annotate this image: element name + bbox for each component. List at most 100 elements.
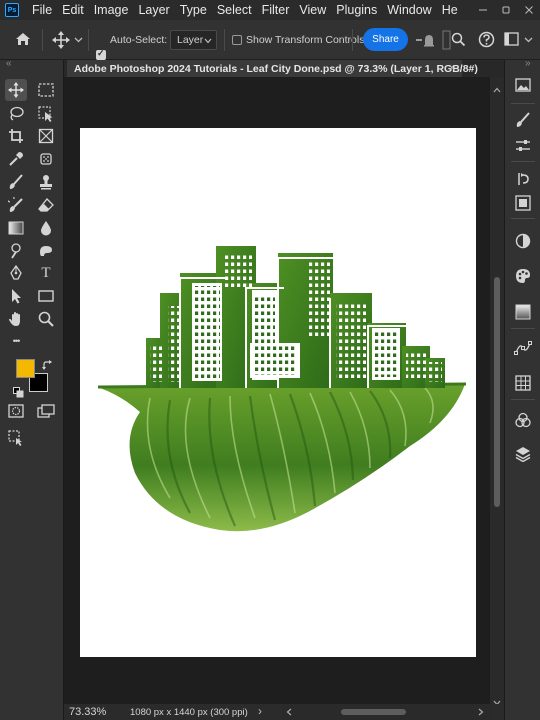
- foreground-color-swatch[interactable]: [16, 359, 35, 378]
- document-tab[interactable]: Adobe Photoshop 2024 Tutorials - Leaf Ci…: [67, 60, 478, 77]
- hand-tool-icon[interactable]: [5, 308, 27, 330]
- expand-panels-icon[interactable]: »: [525, 58, 531, 69]
- gradient-tool-icon[interactable]: [5, 217, 27, 239]
- share-button[interactable]: Share: [363, 28, 408, 51]
- menu-bar: Ps File Edit Image Layer Type Select Fil…: [0, 0, 540, 20]
- marquee-tool-icon[interactable]: [35, 79, 57, 101]
- lasso-tool-icon[interactable]: [5, 103, 27, 125]
- status-info-menu-icon[interactable]: ›: [258, 704, 262, 718]
- tool-preset-chevron-icon[interactable]: [74, 35, 83, 46]
- screen-mode-icon[interactable]: [35, 400, 57, 422]
- blur-tool-icon[interactable]: [35, 217, 57, 239]
- crop-tool-icon[interactable]: [5, 125, 27, 147]
- menu-window[interactable]: Window: [382, 3, 436, 17]
- home-icon[interactable]: [14, 31, 32, 50]
- swatches-palette-icon[interactable]: [512, 265, 534, 287]
- menu-image[interactable]: Image: [89, 3, 134, 17]
- scroll-up-icon[interactable]: [493, 80, 501, 98]
- menu-layer[interactable]: Layer: [133, 3, 174, 17]
- spot-healing-tool-icon[interactable]: [35, 148, 57, 170]
- rectangle-tool-icon[interactable]: [35, 285, 57, 307]
- gradients-icon[interactable]: [512, 301, 534, 323]
- swatches-icon[interactable]: [512, 192, 534, 214]
- menu-select[interactable]: Select: [212, 3, 257, 17]
- options-divider: [352, 29, 353, 51]
- panel-divider: [511, 161, 535, 162]
- history-brush-tool-icon[interactable]: [5, 194, 27, 216]
- options-divider: [88, 29, 89, 51]
- pen-tool-icon[interactable]: [5, 262, 27, 284]
- burn-tool-icon[interactable]: [35, 240, 57, 262]
- menu-view[interactable]: View: [294, 3, 331, 17]
- document-info: 1080 px x 1440 px (300 ppi): [130, 707, 248, 718]
- edit-toolbar-icon[interactable]: [5, 427, 27, 449]
- close-icon[interactable]: [517, 0, 540, 20]
- object-selection-tool-icon[interactable]: [35, 103, 57, 125]
- show-transform-checkbox[interactable]: [232, 35, 242, 45]
- horizontal-scrollbar[interactable]: [282, 704, 490, 720]
- move-options-icon[interactable]: [52, 31, 70, 52]
- menu-filter[interactable]: Filter: [257, 3, 295, 17]
- notifications-bell-icon[interactable]: [416, 32, 440, 51]
- workspace-switcher-icon[interactable]: [504, 32, 519, 49]
- document-canvas[interactable]: [80, 128, 476, 657]
- options-bar: Auto-Select: Layer Show Transform Contro…: [0, 20, 540, 60]
- close-tab-icon[interactable]: ×: [449, 62, 455, 74]
- auto-select-checkbox[interactable]: [96, 48, 106, 60]
- brush-tool-icon[interactable]: [5, 171, 27, 193]
- collapse-panel-icon[interactable]: «: [6, 58, 12, 69]
- path-selection-tool-icon[interactable]: [5, 285, 27, 307]
- brushes-icon[interactable]: [512, 109, 534, 131]
- auto-select-target-dropdown[interactable]: Layer: [170, 30, 217, 50]
- paths-icon[interactable]: [512, 337, 534, 359]
- tools-panel: « T •••: [0, 58, 64, 720]
- menu-file[interactable]: File: [27, 3, 57, 17]
- menu-help[interactable]: He: [437, 3, 463, 17]
- scroll-right-icon[interactable]: [478, 708, 484, 719]
- show-transform-label: Show Transform Controls: [246, 34, 365, 46]
- minimize-icon[interactable]: [471, 0, 494, 20]
- eyedropper-tool-icon[interactable]: [5, 148, 27, 170]
- options-divider: [224, 29, 225, 51]
- move-tool-icon[interactable]: [5, 79, 27, 101]
- vertical-scroll-thumb[interactable]: [494, 277, 500, 507]
- photoshop-logo: Ps: [5, 3, 19, 17]
- leaf-city-artwork: [97, 246, 467, 532]
- restore-icon[interactable]: [494, 0, 517, 20]
- channels-icon[interactable]: [512, 409, 534, 431]
- clone-stamp-tool-icon[interactable]: [35, 171, 57, 193]
- layers-icon[interactable]: [512, 443, 534, 465]
- search-icon[interactable]: [451, 32, 466, 50]
- panel-divider: [511, 103, 535, 104]
- help-icon[interactable]: [478, 31, 495, 51]
- scroll-left-icon[interactable]: [286, 708, 292, 719]
- document-tab-title: Adobe Photoshop 2024 Tutorials - Leaf Ci…: [74, 62, 478, 75]
- dodge-tool-icon[interactable]: [5, 240, 27, 262]
- zoom-level[interactable]: 73.33%: [69, 706, 106, 718]
- vertical-scrollbar[interactable]: [490, 77, 504, 706]
- menu-edit[interactable]: Edit: [57, 3, 89, 17]
- quick-mask-icon[interactable]: [5, 400, 27, 422]
- menu-type[interactable]: Type: [175, 3, 212, 17]
- auto-select-label: Auto-Select:: [110, 34, 168, 46]
- panel-divider: [511, 218, 535, 219]
- document-tab-bar: Adobe Photoshop 2024 Tutorials - Leaf Ci…: [64, 60, 504, 77]
- color-icon[interactable]: [512, 230, 534, 252]
- panel-divider: [511, 399, 535, 400]
- eraser-tool-icon[interactable]: [35, 194, 57, 216]
- zoom-tool-icon[interactable]: [35, 308, 57, 330]
- type-tool-icon[interactable]: T: [35, 262, 57, 284]
- options-divider: [42, 29, 43, 51]
- more-tools-icon[interactable]: •••: [5, 330, 27, 352]
- libraries-icon[interactable]: [512, 74, 534, 96]
- properties-icon[interactable]: [512, 372, 534, 394]
- horizontal-scroll-thumb[interactable]: [341, 709, 406, 715]
- auto-select-target-value: Layer: [177, 34, 204, 46]
- status-bar: 73.33% 1080 px x 1440 px (300 ppi) ›: [64, 704, 504, 720]
- adjustments-icon[interactable]: [512, 135, 534, 157]
- workspace-chevron-icon[interactable]: [524, 35, 533, 47]
- frame-tool-icon[interactable]: [35, 125, 57, 147]
- menu-plugins[interactable]: Plugins: [331, 3, 382, 17]
- history-icon[interactable]: [512, 168, 534, 190]
- panel-divider: [511, 328, 535, 329]
